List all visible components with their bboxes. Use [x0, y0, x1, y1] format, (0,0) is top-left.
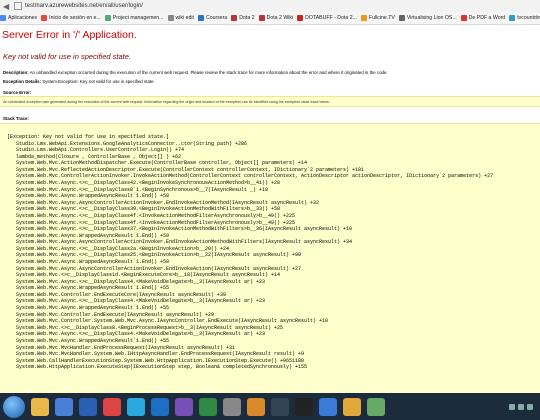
folder-icon[interactable]: [343, 397, 361, 416]
visual-studio-icon[interactable]: [175, 397, 193, 416]
bookmark-favicon-icon: [360, 15, 367, 21]
url-text[interactable]: testmarv.azurewebsites.net/en/all/user/l…: [25, 3, 143, 9]
description-label: Description:: [3, 70, 29, 75]
source-error-label: Source Error:: [3, 90, 32, 95]
exception-label: Exception Details:: [3, 79, 42, 84]
bookmark-item[interactable]: Project managemen...: [104, 15, 164, 21]
battery-icon[interactable]: [527, 403, 533, 410]
bookmark-favicon-icon: [41, 15, 48, 21]
bookmark-item[interactable]: Dota 2 Wiki: [258, 15, 294, 21]
app-icon[interactable]: [223, 397, 241, 416]
bookmark-item[interactable]: DOTABUFF - Dota 2...: [297, 15, 357, 21]
word-icon[interactable]: [79, 397, 97, 416]
bookmark-label: wiki edit: [175, 15, 194, 21]
volume-icon[interactable]: [518, 403, 524, 410]
back-arrow-icon[interactable]: ◀: [3, 2, 11, 11]
bookmark-label: Project managemen...: [112, 15, 164, 21]
stack-trace-label: Stack Trace:: [3, 116, 29, 121]
error-subtitle: Key not valid for use in specified state…: [3, 52, 131, 61]
source-error-box: An unhandled exception was generated dur…: [0, 96, 540, 107]
error-page: Server Error in '/' Application. Key not…: [0, 25, 540, 393]
bookmark-favicon-icon: [197, 15, 204, 21]
bookmark-item[interactable]: Inicio de sesión en e...: [41, 15, 101, 21]
bookmark-favicon-icon: [297, 15, 304, 21]
bookmark-item[interactable]: De PDF a Word: [460, 15, 506, 21]
app2-icon[interactable]: [367, 397, 385, 416]
bookmark-favicon-icon: [231, 15, 238, 21]
skype-icon[interactable]: [127, 397, 145, 416]
explorer-icon[interactable]: [31, 397, 49, 416]
description-text: An unhandled exception occurred during t…: [28, 70, 388, 75]
bookmark-label: Aplicaciones: [8, 15, 38, 21]
bookmark-favicon-icon: [509, 15, 516, 21]
bookmark-label: Fullcine.TV: [368, 15, 395, 21]
start-button[interactable]: [3, 395, 25, 418]
network-icon[interactable]: [509, 403, 515, 410]
bookmark-favicon-icon: [0, 15, 6, 21]
bookmark-item[interactable]: Virtualising Lion OS...: [398, 15, 457, 21]
system-tray: [509, 393, 536, 420]
steam-icon[interactable]: [271, 397, 289, 416]
description: Description: An unhandled exception occu…: [3, 70, 388, 75]
taskbar: [0, 393, 540, 420]
bookmark-item[interactable]: Coursera: [197, 15, 228, 21]
paint-icon[interactable]: [247, 397, 265, 416]
bookmark-label: Coursera: [205, 15, 228, 21]
bookmark-item[interactable]: Aplicaciones: [0, 15, 37, 21]
bookmark-item[interactable]: Fullcine.TV: [360, 15, 395, 21]
bookmark-favicon-icon: [258, 15, 265, 21]
exception-text: System.Exception: Key not valid for use …: [41, 79, 155, 84]
bookmark-label: Inicio de sesión en e...: [49, 15, 101, 21]
excel-icon[interactable]: [199, 397, 217, 416]
bookmark-favicon-icon: [104, 15, 111, 21]
bookmark-favicon-icon: [398, 15, 405, 21]
bookmark-label: De PDF a Word: [468, 15, 506, 21]
stack-trace-text: [Exception: Key not valid for use in spe…: [7, 134, 494, 371]
page-icon: [14, 2, 22, 10]
bookmark-favicon-icon: [167, 15, 174, 21]
bookmark-label: Dota 2: [239, 15, 255, 21]
cmd-icon[interactable]: [295, 397, 313, 416]
media-icon[interactable]: [55, 397, 73, 416]
taskbar-apps: [31, 397, 391, 416]
stack-trace-box: [Exception: Key not valid for use in spe…: [0, 123, 540, 393]
page-title: Server Error in '/' Application.: [2, 29, 137, 41]
bookmark-item[interactable]: tvcountdown.com: [509, 15, 540, 21]
bookmark-item[interactable]: wiki edit: [167, 15, 194, 21]
bookmark-label: DOTABUFF - Dota 2...: [305, 15, 357, 21]
bookmark-item[interactable]: Dota 2: [231, 15, 255, 21]
exception-details: Exception Details: System.Exception: Key…: [3, 79, 155, 84]
chrome-icon[interactable]: [103, 397, 121, 416]
bookmark-favicon-icon: [460, 15, 467, 21]
bookmark-label: Dota 2 Wiki: [266, 15, 294, 21]
outlook-icon[interactable]: [151, 397, 169, 416]
bookmark-label: Virtualising Lion OS...: [406, 15, 457, 21]
browser-icon[interactable]: [319, 397, 337, 416]
bookmarks-bar: Aplicaciones Inicio de sesión en e... Proj…: [0, 12, 540, 25]
bookmark-label: tvcountdown.com: [517, 15, 540, 21]
